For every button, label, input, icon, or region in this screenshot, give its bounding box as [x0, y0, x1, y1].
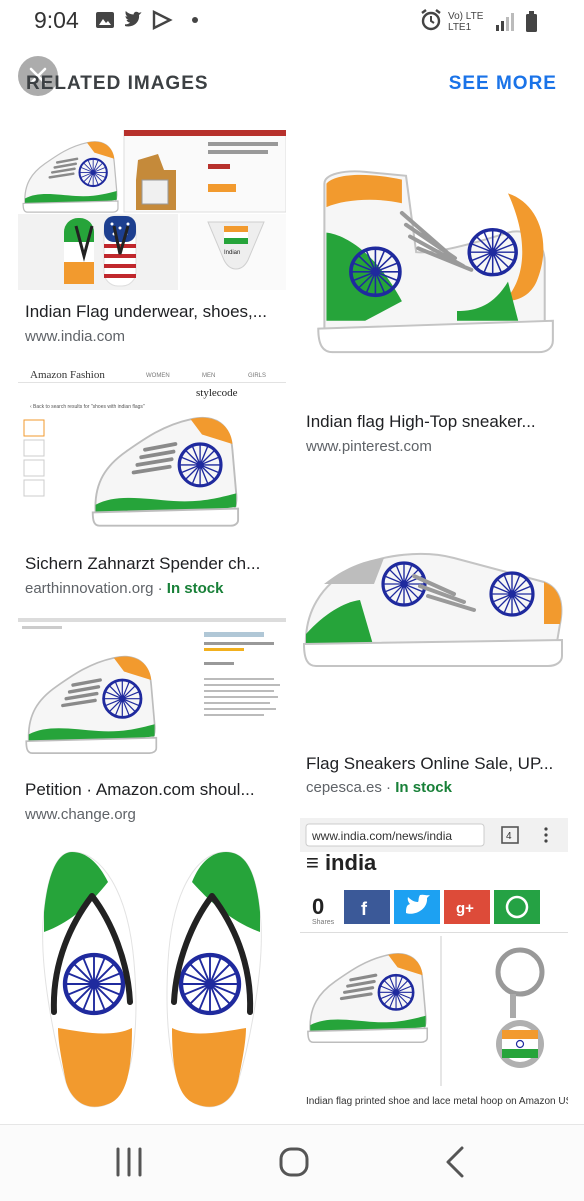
signal-icon	[496, 13, 514, 31]
thumbnail-caption: Indian flag printed shoe and lace metal …	[306, 1096, 568, 1107]
network-top: Vo) LTE	[448, 11, 484, 22]
result-source: www.pinterest.com	[306, 438, 432, 455]
svg-text:WOMEN: WOMEN	[146, 373, 170, 379]
home-icon	[279, 1147, 309, 1177]
back-button[interactable]	[442, 1145, 470, 1184]
result-thumbnail[interactable]	[18, 840, 286, 1110]
in-stock-badge: In stock	[395, 779, 452, 796]
amazon-fashion-text: Amazon Fashion	[30, 369, 105, 381]
result-thumbnail[interactable]	[18, 618, 286, 768]
result-source: www.change.org	[25, 806, 136, 823]
twitter-icon	[125, 11, 142, 27]
result-title[interactable]: Flag Sneakers Online Sale, UP...	[306, 754, 564, 774]
result-title[interactable]: Indian Flag underwear, shoes,...	[25, 302, 283, 322]
section-title: RELATED IMAGES	[26, 73, 209, 94]
india-label: Indian	[224, 250, 240, 256]
result-thumbnail[interactable]: www.india.com/news/india 4 ≡ india 0 Sha…	[300, 818, 568, 1122]
status-bar: 9:04 Vo) LTE LTE1	[0, 0, 584, 40]
navigation-bar	[0, 1124, 584, 1201]
stylecode-logo: stylecode	[196, 387, 238, 399]
result-card[interactable]: www.india.com/news/india 4 ≡ india 0 Sha…	[300, 818, 568, 1122]
svg-text:Shares: Shares	[312, 919, 335, 926]
result-title[interactable]: Sichern Zahnarzt Spender ch...	[25, 554, 283, 574]
result-source: earthinnovation.org · In stock	[25, 580, 224, 597]
svg-text:g+: g+	[456, 900, 474, 917]
result-source: www.india.com	[25, 328, 126, 345]
result-card[interactable]	[18, 840, 286, 1110]
svg-text:MEN: MEN	[202, 373, 215, 379]
result-thumbnail[interactable]: Amazon Fashion WOMEN MEN GIRLS stylecode…	[18, 366, 286, 542]
status-right: Vo) LTE LTE1	[420, 8, 550, 39]
result-thumbnail[interactable]	[300, 160, 568, 360]
result-card[interactable]: Amazon Fashion WOMEN MEN GIRLS stylecode…	[18, 366, 286, 602]
recents-icon	[116, 1147, 142, 1177]
svg-text:‹ Back to search results for ": ‹ Back to search results for "shoes with…	[30, 404, 145, 410]
result-title[interactable]: Indian flag High-Top sneaker...	[306, 412, 564, 432]
recents-button[interactable]	[114, 1145, 144, 1184]
related-images-header: RELATED IMAGES SEE MORE	[0, 52, 584, 116]
alarm-icon	[421, 9, 441, 31]
site-logo: ≡ india	[306, 850, 377, 875]
home-button[interactable]	[278, 1145, 310, 1184]
result-thumbnail[interactable]	[300, 536, 568, 672]
url-bar-text: www.india.com/news/india	[311, 829, 452, 843]
play-store-icon	[152, 10, 173, 30]
battery-icon	[526, 11, 537, 32]
svg-text:f: f	[361, 899, 368, 919]
gallery-icon	[96, 12, 114, 28]
result-title[interactable]: Petition · Amazon.com shoul...	[25, 780, 283, 800]
result-card[interactable]: Flag Sneakers Online Sale, UP... cepesca…	[300, 536, 568, 800]
network-bottom: LTE1	[448, 22, 472, 33]
see-more-link[interactable]: SEE MORE	[449, 73, 557, 95]
dot-icon	[192, 17, 198, 23]
status-time: 9:04	[34, 7, 79, 33]
notification-icons	[94, 10, 204, 37]
svg-text:GIRLS: GIRLS	[248, 373, 266, 379]
in-stock-badge: In stock	[166, 580, 224, 597]
result-source: cepesca.es · In stock	[306, 779, 452, 796]
result-thumbnail[interactable]: Indian	[18, 130, 286, 290]
result-card[interactable]: Indian flag High-Top sneaker... www.pint…	[300, 160, 568, 460]
result-card[interactable]: Indian Indian Flag underwear, shoes,... …	[18, 130, 286, 350]
result-card[interactable]: Petition · Amazon.com shoul... www.chang…	[18, 618, 286, 828]
back-icon	[446, 1146, 464, 1178]
svg-text:4: 4	[506, 831, 512, 842]
svg-text:0: 0	[312, 894, 324, 919]
